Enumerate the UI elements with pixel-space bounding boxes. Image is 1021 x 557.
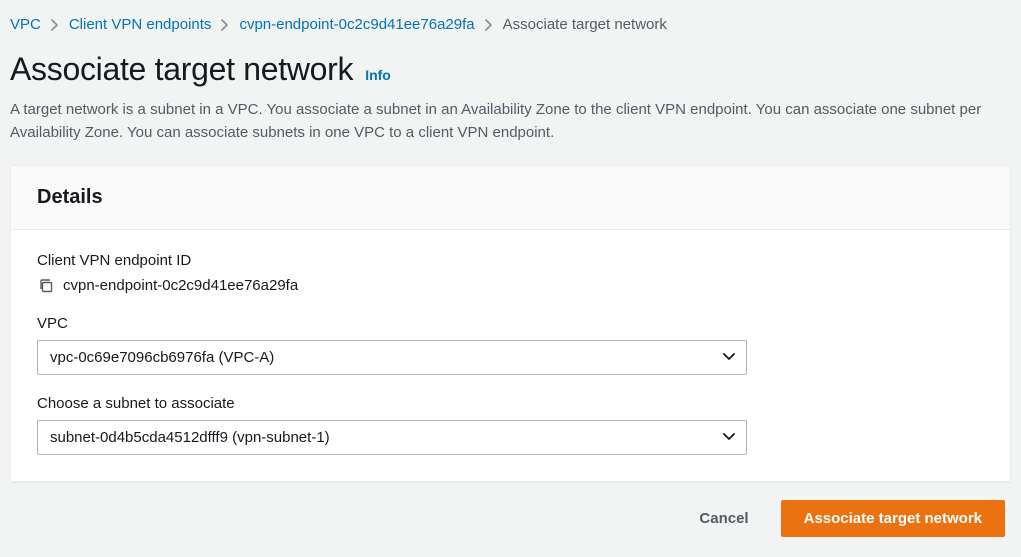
- field-endpoint-id: Client VPN endpoint ID cvpn-endpoint-0c2…: [37, 252, 984, 295]
- footer-actions: Cancel Associate target network: [10, 482, 1011, 537]
- subnet-select[interactable]: subnet-0d4b5cda4512dfff9 (vpn-subnet-1): [37, 420, 747, 455]
- subnet-select-value: subnet-0d4b5cda4512dfff9 (vpn-subnet-1): [50, 429, 330, 446]
- breadcrumb: VPC Client VPN endpoints cvpn-endpoint-0…: [10, 12, 1011, 51]
- vpc-select[interactable]: vpc-0c69e7096cb6976fa (VPC-A): [37, 340, 747, 375]
- breadcrumb-endpoint-id[interactable]: cvpn-endpoint-0c2c9d41ee76a29fa: [239, 16, 474, 33]
- subnet-label: Choose a subnet to associate: [37, 395, 984, 412]
- chevron-right-icon: [485, 19, 493, 31]
- panel-header: Details: [11, 166, 1010, 230]
- breadcrumb-vpc[interactable]: VPC: [10, 16, 41, 33]
- details-panel: Details Client VPN endpoint ID cvpn-endp…: [10, 165, 1011, 482]
- field-vpc: VPC vpc-0c69e7096cb6976fa (VPC-A): [37, 315, 984, 375]
- vpc-select-value: vpc-0c69e7096cb6976fa (VPC-A): [50, 349, 274, 366]
- breadcrumb-endpoints[interactable]: Client VPN endpoints: [69, 16, 212, 33]
- caret-down-icon: [723, 433, 735, 441]
- vpc-label: VPC: [37, 315, 984, 332]
- chevron-right-icon: [221, 19, 229, 31]
- associate-button[interactable]: Associate target network: [781, 500, 1005, 537]
- copy-icon[interactable]: [37, 277, 55, 295]
- panel-title: Details: [37, 186, 984, 209]
- page-title: Associate target network: [10, 51, 353, 88]
- caret-down-icon: [723, 353, 735, 361]
- page-description: A target network is a subnet in a VPC. Y…: [10, 98, 990, 145]
- info-link[interactable]: Info: [365, 67, 391, 83]
- cancel-button[interactable]: Cancel: [689, 502, 758, 535]
- endpoint-id-label: Client VPN endpoint ID: [37, 252, 984, 269]
- field-subnet: Choose a subnet to associate subnet-0d4b…: [37, 395, 984, 455]
- chevron-right-icon: [51, 19, 59, 31]
- breadcrumb-current: Associate target network: [503, 16, 667, 33]
- endpoint-id-value: cvpn-endpoint-0c2c9d41ee76a29fa: [63, 277, 298, 294]
